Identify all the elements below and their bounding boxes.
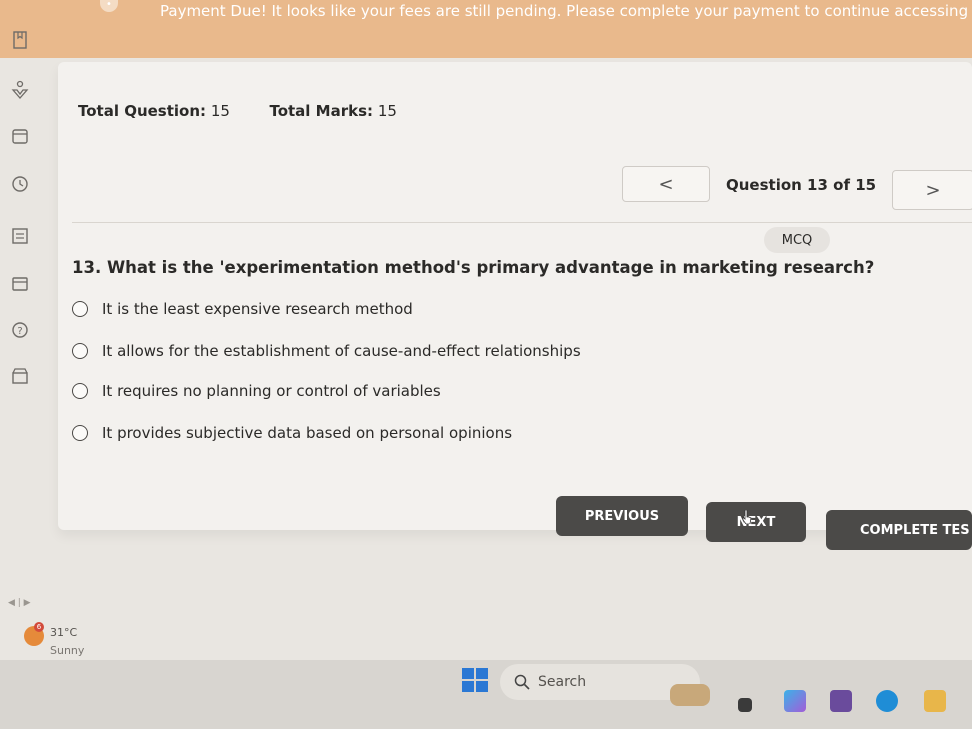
answer-option[interactable]: It is the least expensive research metho…: [72, 300, 413, 318]
copilot-icon[interactable]: [784, 690, 806, 712]
total-marks-value: 15: [377, 102, 397, 120]
next-question-button[interactable]: >: [892, 170, 972, 210]
radio-button[interactable]: [72, 301, 88, 317]
next-button[interactable]: NEXT: [706, 502, 806, 542]
total-question-label: Total Question:: [78, 102, 207, 120]
alert-icon: •: [100, 0, 118, 12]
radio-button[interactable]: [72, 425, 88, 441]
banner-message: Payment Due! It looks like your fees are…: [160, 2, 972, 20]
calendar-icon[interactable]: [8, 124, 32, 148]
mouse-cursor-icon: [742, 510, 752, 524]
radio-button[interactable]: [72, 343, 88, 359]
question-text: 13. What is the 'experimentation method'…: [72, 258, 875, 277]
divider: [72, 222, 972, 223]
store-icon[interactable]: [8, 364, 32, 388]
svg-text:?: ?: [17, 326, 22, 337]
weather-condition: Sunny: [50, 644, 85, 657]
answer-option[interactable]: It provides subjective data based on per…: [72, 424, 512, 442]
chevron-left-icon: <: [658, 173, 674, 195]
total-question-value: 15: [210, 102, 230, 120]
option-label: It requires no planning or control of va…: [102, 382, 441, 400]
temperature: 31°C: [50, 626, 78, 639]
sidebar: ?: [0, 20, 44, 400]
total-marks-label: Total Marks:: [269, 102, 374, 120]
notification-badge: 6: [34, 622, 44, 632]
complete-test-button[interactable]: COMPLETE TES: [826, 510, 972, 550]
edge-browser-icon[interactable]: [876, 690, 898, 712]
task-view-icon[interactable]: [738, 698, 752, 712]
previous-question-button[interactable]: <: [622, 166, 710, 202]
windows-start-icon[interactable]: [462, 668, 488, 692]
quiz-panel: [58, 62, 972, 530]
quiz-stats: Total Question: 15 Total Marks: 15: [78, 102, 397, 120]
option-label: It provides subjective data based on per…: [102, 424, 513, 442]
report-icon[interactable]: [8, 224, 32, 248]
bookmark-icon[interactable]: [8, 28, 32, 52]
question-counter: Question 13 of 15: [726, 176, 877, 194]
media-controls[interactable]: ◀ | ▶: [8, 598, 31, 608]
file-explorer-icon[interactable]: [924, 690, 946, 712]
previous-button[interactable]: PREVIOUS: [556, 496, 688, 536]
chevron-right-icon: >: [925, 179, 941, 201]
question-type-badge: MCQ: [764, 227, 830, 253]
option-label: It is the least expensive research metho…: [102, 300, 413, 318]
search-icon: [514, 674, 530, 690]
widgets-icon[interactable]: [670, 684, 710, 706]
option-label: It allows for the establishment of cause…: [102, 342, 581, 360]
help-icon[interactable]: ?: [8, 318, 32, 342]
payment-due-banner: • Payment Due! It looks like your fees a…: [0, 0, 972, 58]
award-icon[interactable]: [8, 78, 32, 102]
answer-option[interactable]: It allows for the establishment of cause…: [72, 342, 581, 360]
answer-option[interactable]: It requires no planning or control of va…: [72, 382, 441, 400]
clock-icon[interactable]: [8, 172, 32, 196]
search-label: Search: [538, 674, 587, 690]
card-icon[interactable]: [8, 272, 32, 296]
radio-button[interactable]: [72, 383, 88, 399]
store-app-icon[interactable]: [830, 690, 852, 712]
